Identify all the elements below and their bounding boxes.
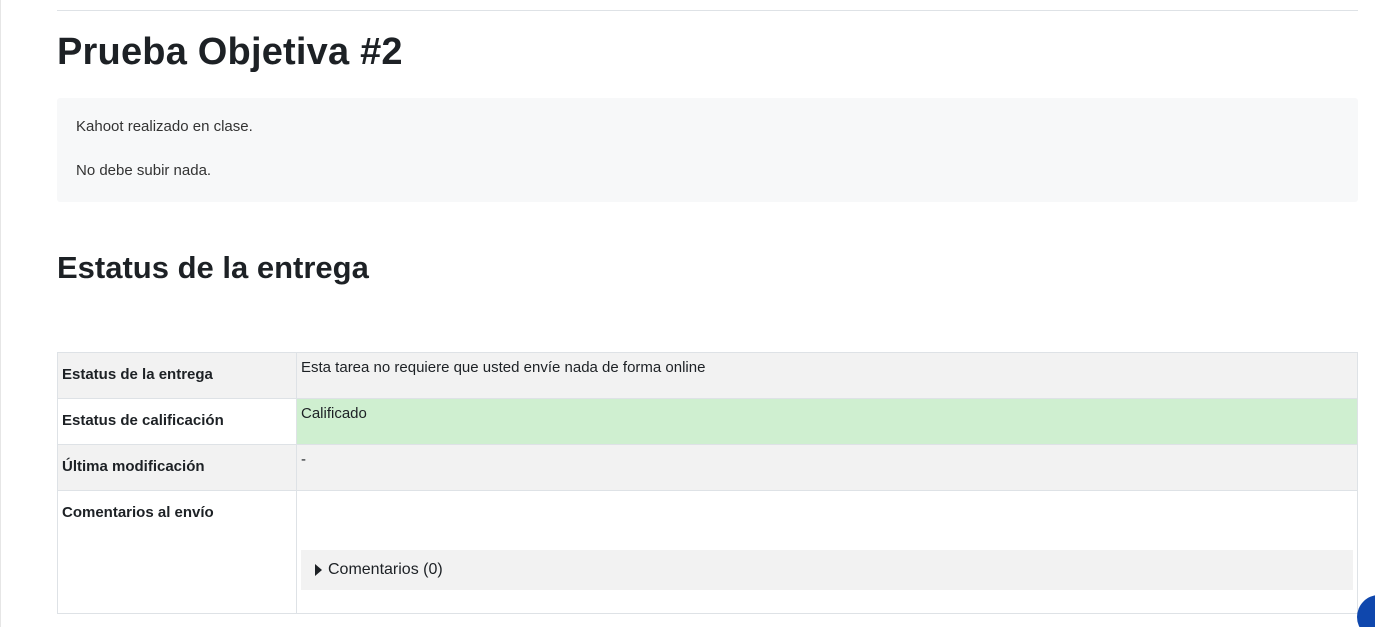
submission-comments-cell: Comentarios (0) xyxy=(296,490,1358,614)
submission-status-heading: Estatus de la entrega xyxy=(57,250,369,285)
comments-toggle-label: Comentarios (0) xyxy=(328,561,443,578)
assignment-intro: Kahoot realizado en clase. No debe subir… xyxy=(57,98,1358,202)
row-value: Esta tarea no requiere que usted envíe n… xyxy=(296,352,1358,399)
row-label: Estatus de la entrega xyxy=(57,352,297,399)
grading-status-value: Calificado xyxy=(296,398,1358,445)
table-row: Comentarios al envío Comentarios (0) xyxy=(57,490,1358,614)
row-label: Estatus de calificación xyxy=(57,398,297,445)
intro-paragraph: No debe subir nada. xyxy=(76,162,212,179)
header-divider xyxy=(57,10,1358,11)
row-value: - xyxy=(296,444,1358,491)
row-label: Comentarios al envío xyxy=(57,490,297,614)
comments-toggle[interactable]: Comentarios (0) xyxy=(301,550,1353,590)
intro-paragraph: Kahoot realizado en clase. xyxy=(76,118,253,135)
table-row: Última modificación - xyxy=(57,444,1358,491)
page-title: Prueba Objetiva #2 xyxy=(57,31,403,73)
page-left-border xyxy=(0,0,1,627)
table-row: Estatus de calificación Calificado xyxy=(57,398,1358,445)
table-row: Estatus de la entrega Esta tarea no requ… xyxy=(57,352,1358,399)
help-icon[interactable] xyxy=(1357,595,1375,627)
submission-status-table: Estatus de la entrega Esta tarea no requ… xyxy=(57,352,1358,614)
row-label: Última modificación xyxy=(57,444,297,491)
caret-right-icon xyxy=(315,564,322,576)
